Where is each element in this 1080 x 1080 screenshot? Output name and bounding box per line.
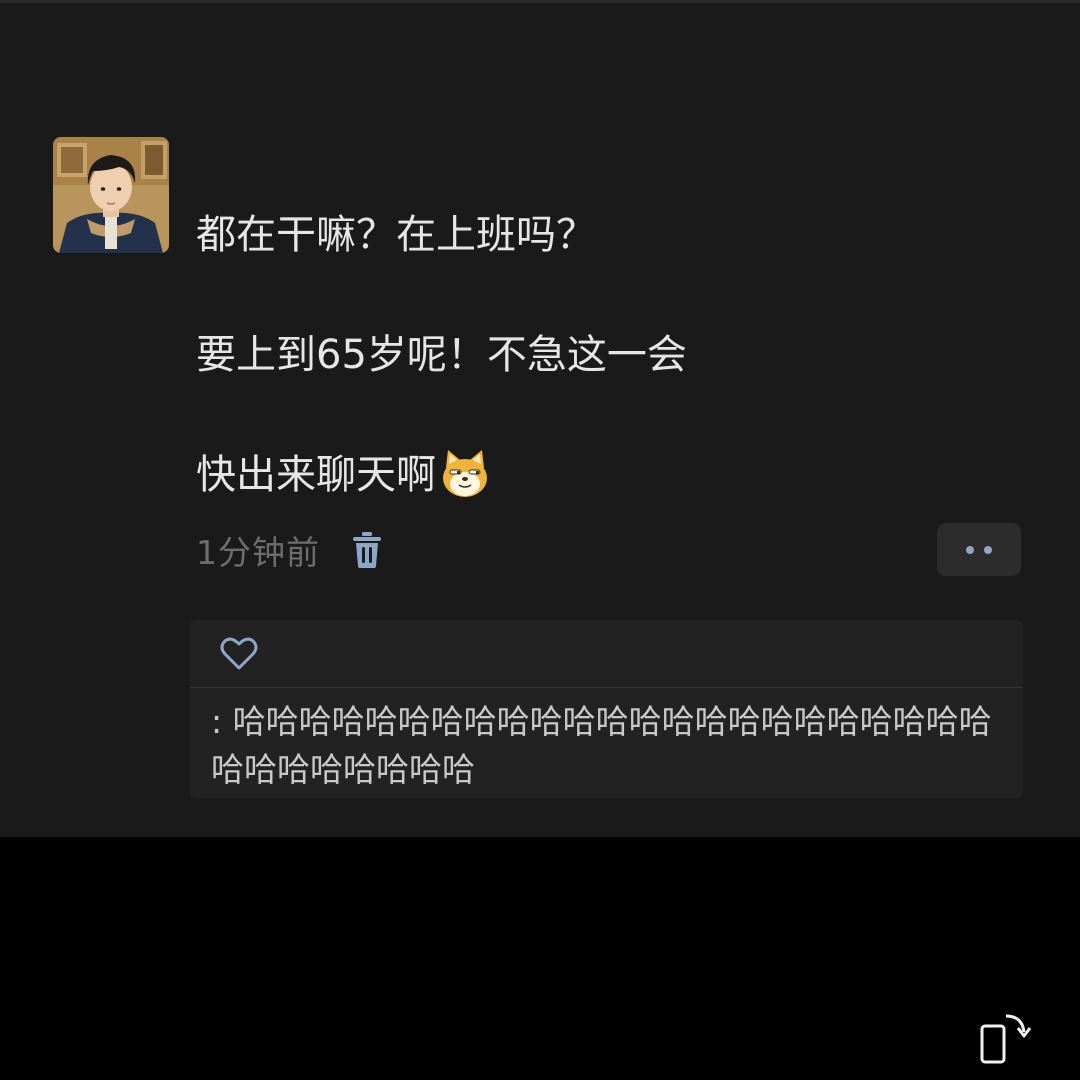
post-content: 都在干嘛？在上班吗？ 要上到65岁呢！不急这一会 快出来聊天啊 (196, 205, 996, 505)
trash-icon[interactable] (350, 530, 384, 570)
avatar[interactable] (53, 137, 169, 253)
post-text-line-3: 快出来聊天啊 (196, 445, 996, 505)
post-time: 1分钟前 (196, 533, 320, 572)
comment-item[interactable]: : 哈哈哈哈哈哈哈哈哈哈哈哈哈哈哈哈哈哈哈哈哈哈哈哈哈哈哈哈哈哈哈 (190, 688, 1023, 794)
moments-page: 都在干嘛？在上班吗？ 要上到65岁呢！不急这一会 快出来聊天啊 1分钟前: 哈… (0, 0, 1080, 1080)
comment-prefix: : (211, 702, 223, 741)
screen-rotate-icon[interactable] (976, 1010, 1034, 1066)
more-dot (984, 545, 992, 554)
likes-row (190, 620, 1023, 688)
avatar-portrait-image (53, 137, 169, 253)
post-text-line-1: 都在干嘛？在上班吗？ (196, 212, 596, 258)
comment-text: 哈哈哈哈哈哈哈哈哈哈哈哈哈哈哈哈哈哈哈哈哈哈哈哈哈哈哈哈哈哈哈 (211, 702, 992, 789)
more-dot (966, 545, 974, 554)
heart-outline-icon[interactable] (220, 637, 258, 671)
comment-section: : 哈哈哈哈哈哈哈哈哈哈哈哈哈哈哈哈哈哈哈哈哈哈哈哈哈哈哈哈哈哈哈 (190, 620, 1023, 798)
more-dots-icon[interactable] (937, 523, 1021, 576)
post-text-line-2: 要上到65岁呢！不急这一会 (196, 332, 687, 378)
moment-post: 都在干嘛？在上班吗？ 要上到65岁呢！不急这一会 快出来聊天啊 1分钟前: 哈… (0, 0, 1080, 837)
doge-cat-emoji (438, 446, 492, 517)
post-text-line-3-text: 快出来聊天啊 (196, 452, 436, 498)
post-meta: 1分钟前 (196, 527, 384, 573)
